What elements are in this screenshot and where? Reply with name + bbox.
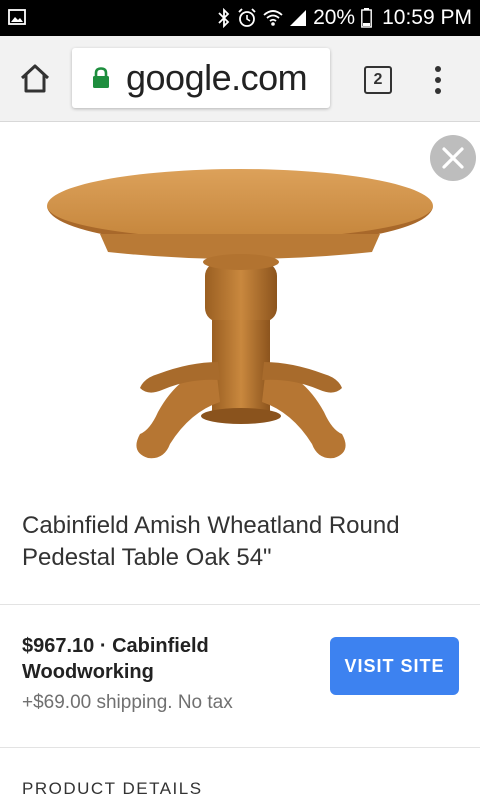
lock-icon [93,67,109,88]
tab-switcher-button[interactable]: 2 [364,66,392,94]
status-bar: 20% 10:59 PM [0,0,480,36]
gallery-notification-icon [8,9,26,25]
url-text: google.com [126,57,308,98]
clock: 10:59 PM [382,6,472,29]
product-title-line1: Cabinfield Amish Wheatland Round [22,512,400,539]
close-icon [442,147,464,169]
visit-site-button[interactable]: VISIT SITE [330,637,459,695]
product-details-heading[interactable]: PRODUCT DETAILS [22,779,203,799]
wifi-icon [263,10,283,26]
price-seller-line1: $967.10 · Cabinfield [22,635,209,657]
price-seller-line2: Woodworking [22,661,154,683]
battery-icon [361,8,373,28]
status-icons: 20% 10:59 PM [217,5,472,31]
product-title: Cabinfield Amish Wheatland Round Pedesta… [22,510,462,574]
alarm-icon [238,8,256,27]
product-image [47,169,433,459]
product-image-area [0,122,480,482]
product-title-line2: Pedestal Table Oak 54" [22,544,272,571]
home-icon[interactable] [18,62,52,96]
signal-icon [290,10,307,26]
address-bar[interactable]: google.com [72,48,330,108]
close-button[interactable] [430,135,476,181]
price-block: $967.10 · Cabinfield Woodworking +$69.00… [22,633,322,715]
browser-toolbar: google.com 2 [0,36,480,122]
bluetooth-icon [218,8,230,28]
battery-percent: 20% [313,6,356,29]
divider [0,604,480,605]
shipping-info: +$69.00 shipping. No tax [22,692,233,713]
overflow-menu-icon[interactable] [428,64,448,96]
divider [0,747,480,748]
